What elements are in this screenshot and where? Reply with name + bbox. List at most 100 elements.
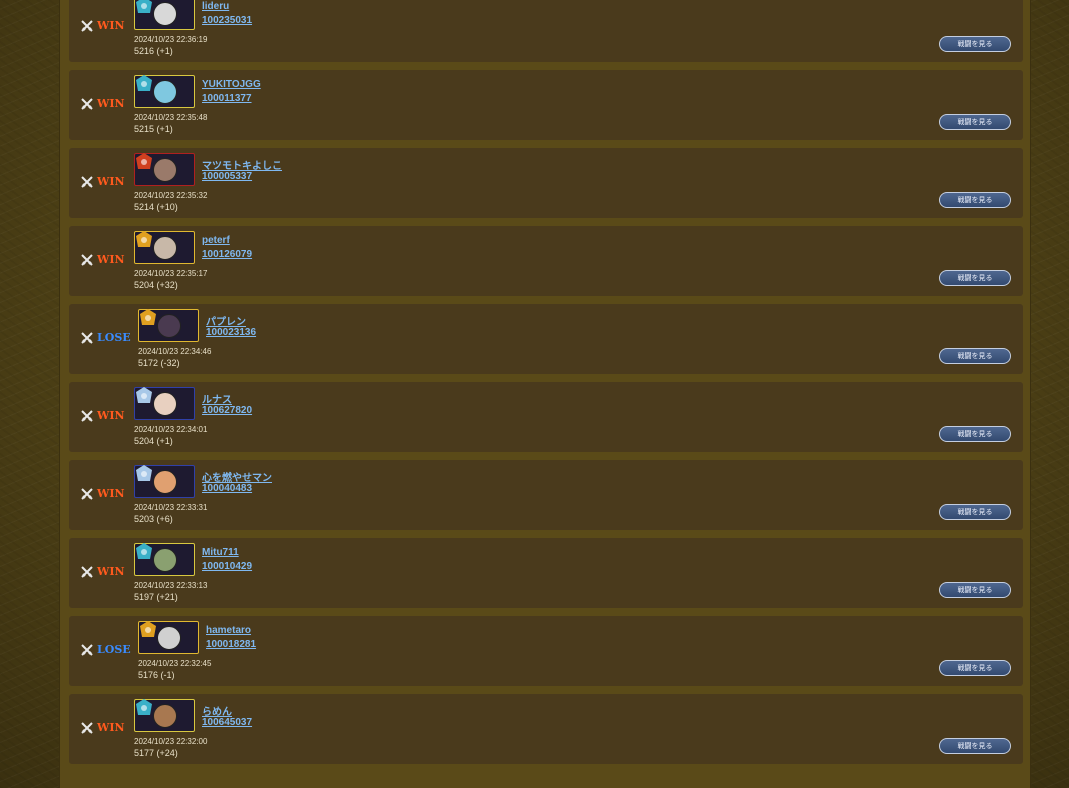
opponent-id-link[interactable]: 100235031	[202, 15, 252, 26]
crossed-swords-icon	[81, 97, 93, 110]
opponent-name-link[interactable]: らめん	[202, 703, 232, 718]
avatar-portrait	[157, 626, 181, 650]
battle-result: WIN	[81, 253, 125, 266]
avatar-portrait	[153, 392, 177, 416]
avatar-portrait	[153, 470, 177, 494]
battle-result: WIN	[81, 565, 125, 578]
watch-battle-button[interactable]: 戦闘を見る	[939, 582, 1011, 598]
watch-battle-button[interactable]: 戦闘を見る	[939, 192, 1011, 208]
rank-badge-icon	[140, 309, 156, 325]
crossed-swords-icon	[81, 409, 93, 422]
opponent-id-link[interactable]: 100010429	[202, 561, 252, 572]
opponent-name-link[interactable]: peterf	[202, 235, 230, 246]
battle-row: WIN らめん 100645037 2024/10/23 22:32:00 51…	[69, 694, 1023, 764]
rank-badge-icon	[136, 699, 152, 715]
result-label: WIN	[97, 175, 125, 188]
watch-battle-button[interactable]: 戦闘を見る	[939, 426, 1011, 442]
opponent-avatar	[134, 153, 195, 186]
rating-change: 5214 (+10)	[134, 202, 178, 212]
opponent-avatar	[134, 543, 195, 576]
rating-change: 5177 (+24)	[134, 748, 178, 758]
opponent-id-link[interactable]: 100645037	[202, 717, 252, 728]
battle-row: WIN Mitu711 100010429 2024/10/23 22:33:1…	[69, 538, 1023, 608]
crossed-swords-icon	[81, 253, 93, 266]
rank-badge-icon	[136, 231, 152, 247]
opponent-avatar	[138, 621, 199, 654]
avatar-portrait	[153, 158, 177, 182]
rating-change: 5176 (-1)	[138, 670, 175, 680]
opponent-id-link[interactable]: 100040483	[202, 483, 252, 494]
opponent-name-link[interactable]: lideru	[202, 1, 229, 12]
opponent-id-link[interactable]: 100011377	[202, 93, 252, 104]
watch-battle-button[interactable]: 戦闘を見る	[939, 504, 1011, 520]
crossed-swords-icon	[81, 487, 93, 500]
battle-row: WIN マツモトキよしこ 100005337 2024/10/23 22:35:…	[69, 148, 1023, 218]
battle-timestamp: 2024/10/23 22:32:00	[134, 737, 208, 746]
battle-row: WIN YUKITOJGG 100011377 2024/10/23 22:35…	[69, 70, 1023, 140]
battle-timestamp: 2024/10/23 22:33:31	[134, 503, 208, 512]
avatar-portrait	[157, 314, 181, 338]
watch-battle-button[interactable]: 戦闘を見る	[939, 348, 1011, 364]
crossed-swords-icon	[81, 175, 93, 188]
avatar-portrait	[153, 80, 177, 104]
watch-battle-button[interactable]: 戦闘を見る	[939, 114, 1011, 130]
battle-row: WIN peterf 100126079 2024/10/23 22:35:17…	[69, 226, 1023, 296]
watch-battle-button[interactable]: 戦闘を見る	[939, 738, 1011, 754]
result-label: LOSE	[97, 331, 131, 344]
battle-row: WIN ルナス 100627820 2024/10/23 22:34:01 52…	[69, 382, 1023, 452]
battle-row: WIN lideru 100235031 2024/10/23 22:36:19…	[69, 0, 1023, 62]
avatar-portrait	[153, 548, 177, 572]
battle-timestamp: 2024/10/23 22:35:32	[134, 191, 208, 200]
opponent-name-link[interactable]: パプレン	[206, 313, 246, 328]
rating-change: 5172 (-32)	[138, 358, 180, 368]
rank-badge-icon	[140, 621, 156, 637]
battle-history-panel: WIN lideru 100235031 2024/10/23 22:36:19…	[59, 0, 1031, 788]
battle-timestamp: 2024/10/23 22:34:46	[138, 347, 212, 356]
result-label: WIN	[97, 487, 125, 500]
battle-timestamp: 2024/10/23 22:35:48	[134, 113, 208, 122]
opponent-avatar	[134, 699, 195, 732]
watch-battle-button[interactable]: 戦闘を見る	[939, 270, 1011, 286]
battle-result: WIN	[81, 175, 125, 188]
avatar-portrait	[153, 2, 177, 26]
opponent-name-link[interactable]: YUKITOJGG	[202, 79, 261, 90]
rating-change: 5215 (+1)	[134, 124, 173, 134]
opponent-name-link[interactable]: Mitu711	[202, 547, 239, 558]
rating-change: 5197 (+21)	[134, 592, 178, 602]
result-label: WIN	[97, 253, 125, 266]
battle-result: WIN	[81, 721, 125, 734]
watch-battle-button[interactable]: 戦闘を見る	[939, 36, 1011, 52]
battle-result: WIN	[81, 19, 125, 32]
battle-timestamp: 2024/10/23 22:36:19	[134, 35, 208, 44]
opponent-name-link[interactable]: ルナス	[202, 391, 232, 406]
rank-badge-icon	[136, 75, 152, 91]
battle-result: WIN	[81, 97, 125, 110]
opponent-id-link[interactable]: 100005337	[202, 171, 252, 182]
rank-badge-icon	[136, 543, 152, 559]
result-label: WIN	[97, 409, 125, 422]
battle-timestamp: 2024/10/23 22:34:01	[134, 425, 208, 434]
battle-timestamp: 2024/10/23 22:32:45	[138, 659, 212, 668]
rank-badge-icon	[136, 0, 152, 13]
battle-result: WIN	[81, 409, 125, 422]
opponent-id-link[interactable]: 100627820	[202, 405, 252, 416]
opponent-name-link[interactable]: マツモトキよしこ	[202, 157, 282, 172]
opponent-avatar	[138, 309, 199, 342]
opponent-id-link[interactable]: 100023136	[206, 327, 256, 338]
avatar-portrait	[153, 236, 177, 260]
battle-result: LOSE	[81, 643, 131, 656]
rating-change: 5204 (+32)	[134, 280, 178, 290]
opponent-id-link[interactable]: 100126079	[202, 249, 252, 260]
crossed-swords-icon	[81, 643, 93, 656]
battle-timestamp: 2024/10/23 22:35:17	[134, 269, 208, 278]
battle-row: LOSE hametaro 100018281 2024/10/23 22:32…	[69, 616, 1023, 686]
battle-result: LOSE	[81, 331, 131, 344]
rating-change: 5216 (+1)	[134, 46, 173, 56]
crossed-swords-icon	[81, 721, 93, 734]
opponent-name-link[interactable]: hametaro	[206, 625, 251, 636]
opponent-name-link[interactable]: 心を燃やせマン	[202, 469, 272, 484]
crossed-swords-icon	[81, 331, 93, 344]
opponent-id-link[interactable]: 100018281	[206, 639, 256, 650]
watch-battle-button[interactable]: 戦闘を見る	[939, 660, 1011, 676]
rank-badge-icon	[136, 387, 152, 403]
